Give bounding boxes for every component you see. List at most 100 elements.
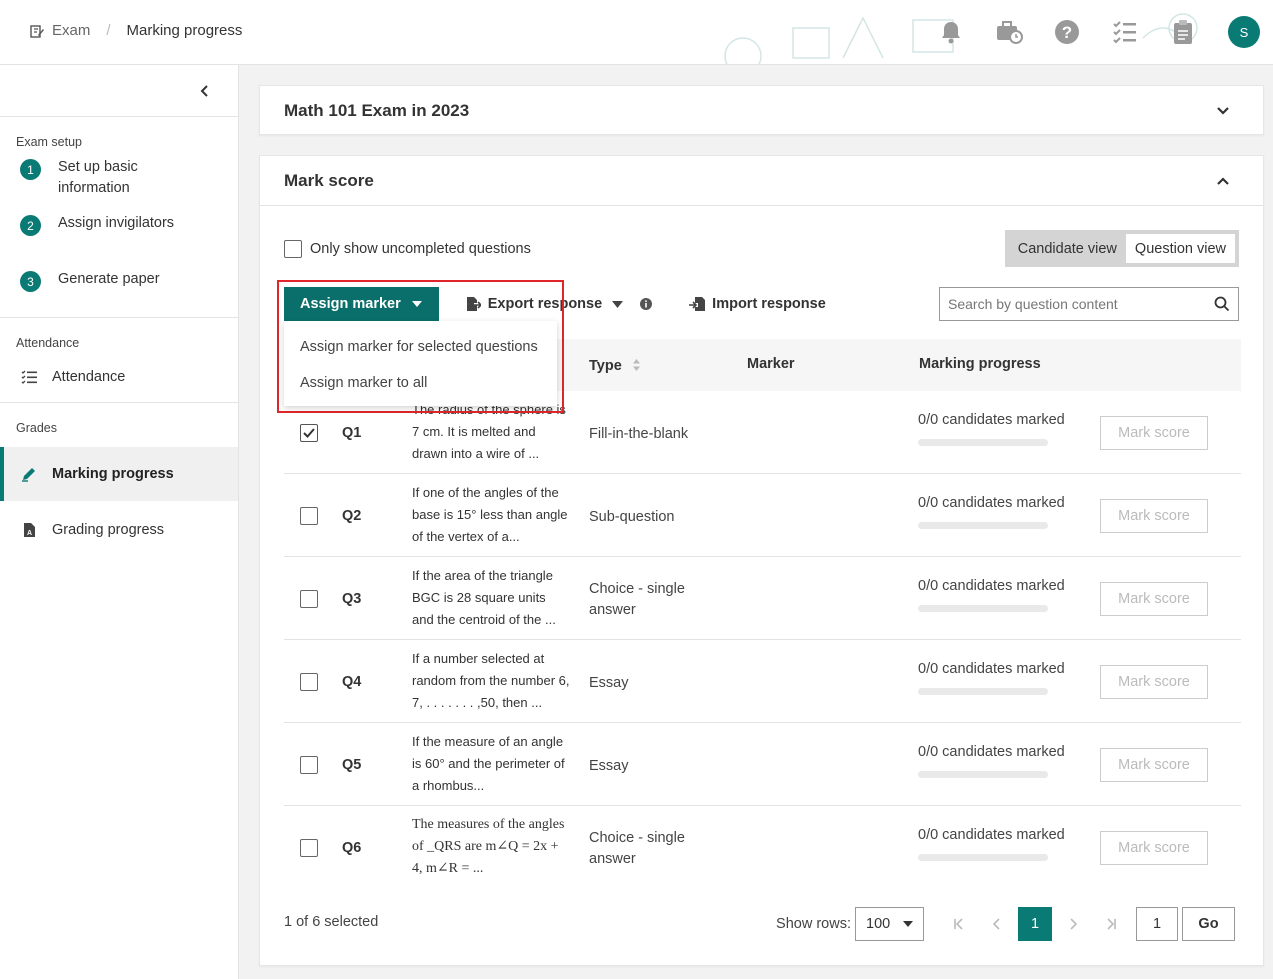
only-uncompleted-filter[interactable]: Only show uncompleted questions bbox=[284, 240, 531, 258]
grade-document-icon: A bbox=[20, 522, 38, 538]
table-row[interactable]: Q2 If one of the angles of the base is 15… bbox=[284, 474, 1241, 557]
user-avatar[interactable]: S bbox=[1228, 16, 1260, 48]
chevron-left-icon bbox=[200, 85, 208, 97]
question-id: Q5 bbox=[342, 757, 362, 773]
first-page-button[interactable] bbox=[940, 907, 978, 941]
breadcrumb-exam-link[interactable]: Exam bbox=[30, 22, 90, 39]
question-type: Essay bbox=[589, 757, 629, 774]
question-text: If the measure of an angle is 60° and th… bbox=[412, 734, 565, 793]
progress-column-header: Marking progress bbox=[919, 356, 1041, 372]
page-number-input[interactable]: 1 bbox=[1136, 907, 1178, 941]
question-text: If the area of the triangle BGC is 28 sq… bbox=[412, 568, 556, 627]
sidebar-item-grading-progress[interactable]: A Grading progress bbox=[0, 501, 238, 559]
go-button[interactable]: Go bbox=[1182, 907, 1235, 941]
marking-progress-text: 0/0 candidates marked bbox=[918, 412, 1065, 428]
row-checkbox[interactable] bbox=[300, 424, 318, 442]
mark-score-button[interactable]: Mark score bbox=[1100, 748, 1208, 782]
caret-down-icon bbox=[903, 921, 913, 927]
exam-card[interactable]: Math 101 Exam in 2023 bbox=[259, 85, 1264, 135]
section-title-grades: Grades bbox=[16, 421, 57, 435]
briefcase-clock-icon[interactable] bbox=[995, 18, 1023, 46]
selection-count: 1 of 6 selected bbox=[284, 914, 379, 930]
mark-score-button[interactable]: Mark score bbox=[1100, 831, 1208, 865]
menu-item-assign-selected[interactable]: Assign marker for selected questions bbox=[284, 329, 557, 365]
show-rows-label: Show rows: bbox=[776, 916, 851, 932]
top-bar: Exam / Marking progress ? S bbox=[0, 0, 1273, 65]
row-checkbox[interactable] bbox=[300, 673, 318, 691]
chevron-up-icon[interactable] bbox=[1215, 173, 1231, 189]
table-row[interactable]: Q6 The measures of the angles of _QRS are… bbox=[284, 806, 1241, 889]
sidebar-item-attendance[interactable]: Attendance bbox=[0, 352, 238, 402]
table-row[interactable]: Q3 If the area of the triangle BGC is 28 … bbox=[284, 557, 1241, 640]
mark-score-button[interactable]: Mark score bbox=[1100, 499, 1208, 533]
rows-per-page-select[interactable]: 100 bbox=[855, 907, 924, 941]
mark-score-header[interactable]: Mark score bbox=[260, 156, 1263, 206]
first-page-icon bbox=[954, 918, 963, 930]
sidebar-item-marking-progress[interactable]: Marking progress bbox=[0, 447, 238, 501]
table-body: Q1 The radius of the sphere is 7 cm. It i… bbox=[284, 391, 1241, 889]
last-page-icon bbox=[1107, 918, 1116, 930]
row-checkbox[interactable] bbox=[300, 590, 318, 608]
current-page-button[interactable]: 1 bbox=[1018, 907, 1052, 941]
sidebar-step-generate-paper[interactable]: 3 Generate paper bbox=[0, 269, 238, 317]
sort-icon[interactable] bbox=[632, 358, 641, 372]
mark-score-button[interactable]: Mark score bbox=[1100, 665, 1208, 699]
step-number: 2 bbox=[20, 215, 41, 236]
header-icons: ? S bbox=[922, 0, 1273, 64]
search-input[interactable]: Search by question content bbox=[939, 287, 1239, 321]
mark-score-button[interactable]: Mark score bbox=[1100, 416, 1208, 450]
last-page-button[interactable] bbox=[1092, 907, 1130, 941]
sidebar-step-invigilators[interactable]: 2 Assign invigilators bbox=[0, 213, 238, 269]
check-icon bbox=[303, 428, 315, 438]
next-page-button[interactable] bbox=[1054, 907, 1092, 941]
collapse-sidebar-button[interactable] bbox=[196, 81, 212, 101]
marking-progress-bar bbox=[918, 605, 1048, 612]
only-uncompleted-label: Only show uncompleted questions bbox=[310, 241, 531, 257]
import-response-button[interactable]: Import response bbox=[689, 296, 826, 312]
candidate-view-tab[interactable]: Candidate view bbox=[1009, 234, 1126, 263]
sidebar-collapse-row bbox=[0, 65, 238, 117]
step-number: 3 bbox=[20, 271, 41, 292]
mark-score-button[interactable]: Mark score bbox=[1100, 582, 1208, 616]
marking-progress-bar bbox=[918, 854, 1048, 861]
chevron-down-icon[interactable] bbox=[1215, 103, 1231, 119]
type-column-label: Type bbox=[589, 358, 622, 374]
only-uncompleted-checkbox[interactable] bbox=[284, 240, 302, 258]
clipboard-icon[interactable] bbox=[1169, 18, 1197, 46]
table-row[interactable]: Q5 If the measure of an angle is 60° and … bbox=[284, 723, 1241, 806]
row-checkbox[interactable] bbox=[300, 507, 318, 525]
row-checkbox[interactable] bbox=[300, 756, 318, 774]
rows-per-page-value: 100 bbox=[866, 916, 891, 932]
menu-item-assign-all[interactable]: Assign marker to all bbox=[284, 365, 557, 401]
marking-progress-bar bbox=[918, 522, 1048, 529]
question-id: Q3 bbox=[342, 591, 362, 607]
exam-edit-icon bbox=[30, 24, 44, 38]
view-toggle: Candidate view Question view bbox=[1004, 230, 1239, 267]
question-id: Q1 bbox=[342, 425, 362, 441]
list-check-icon bbox=[20, 370, 38, 384]
info-icon[interactable] bbox=[640, 298, 653, 310]
sidebar-item-label: Marking progress bbox=[52, 466, 174, 482]
section-title-attendance: Attendance bbox=[16, 336, 80, 350]
help-icon[interactable]: ? bbox=[1053, 18, 1081, 46]
import-response-label: Import response bbox=[712, 296, 826, 312]
bell-icon[interactable] bbox=[937, 18, 965, 46]
assign-marker-menu: Assign marker for selected questions Ass… bbox=[284, 321, 557, 406]
type-column-header[interactable]: Type bbox=[589, 356, 641, 374]
step-number: 1 bbox=[20, 159, 41, 180]
sidebar-step-basic-info[interactable]: 1 Set up basic information bbox=[0, 157, 238, 213]
question-type: Essay bbox=[589, 674, 629, 691]
question-view-tab[interactable]: Question view bbox=[1125, 234, 1235, 263]
mark-score-card: Mark score Only show uncompleted questio… bbox=[259, 155, 1264, 966]
svg-text:A: A bbox=[26, 530, 31, 537]
checklist-icon[interactable] bbox=[1111, 18, 1139, 46]
prev-page-button[interactable] bbox=[978, 907, 1016, 941]
svg-text:?: ? bbox=[1062, 23, 1072, 42]
breadcrumb-current: Marking progress bbox=[126, 22, 243, 39]
step-label: Generate paper bbox=[58, 271, 160, 287]
marking-progress-bar bbox=[918, 688, 1048, 695]
row-checkbox[interactable] bbox=[300, 839, 318, 857]
search-icon[interactable] bbox=[1214, 296, 1230, 312]
table-row[interactable]: Q4 If a number selected at random from th… bbox=[284, 640, 1241, 723]
sidebar: Exam setup 1 Set up basic information 2 … bbox=[0, 65, 239, 979]
